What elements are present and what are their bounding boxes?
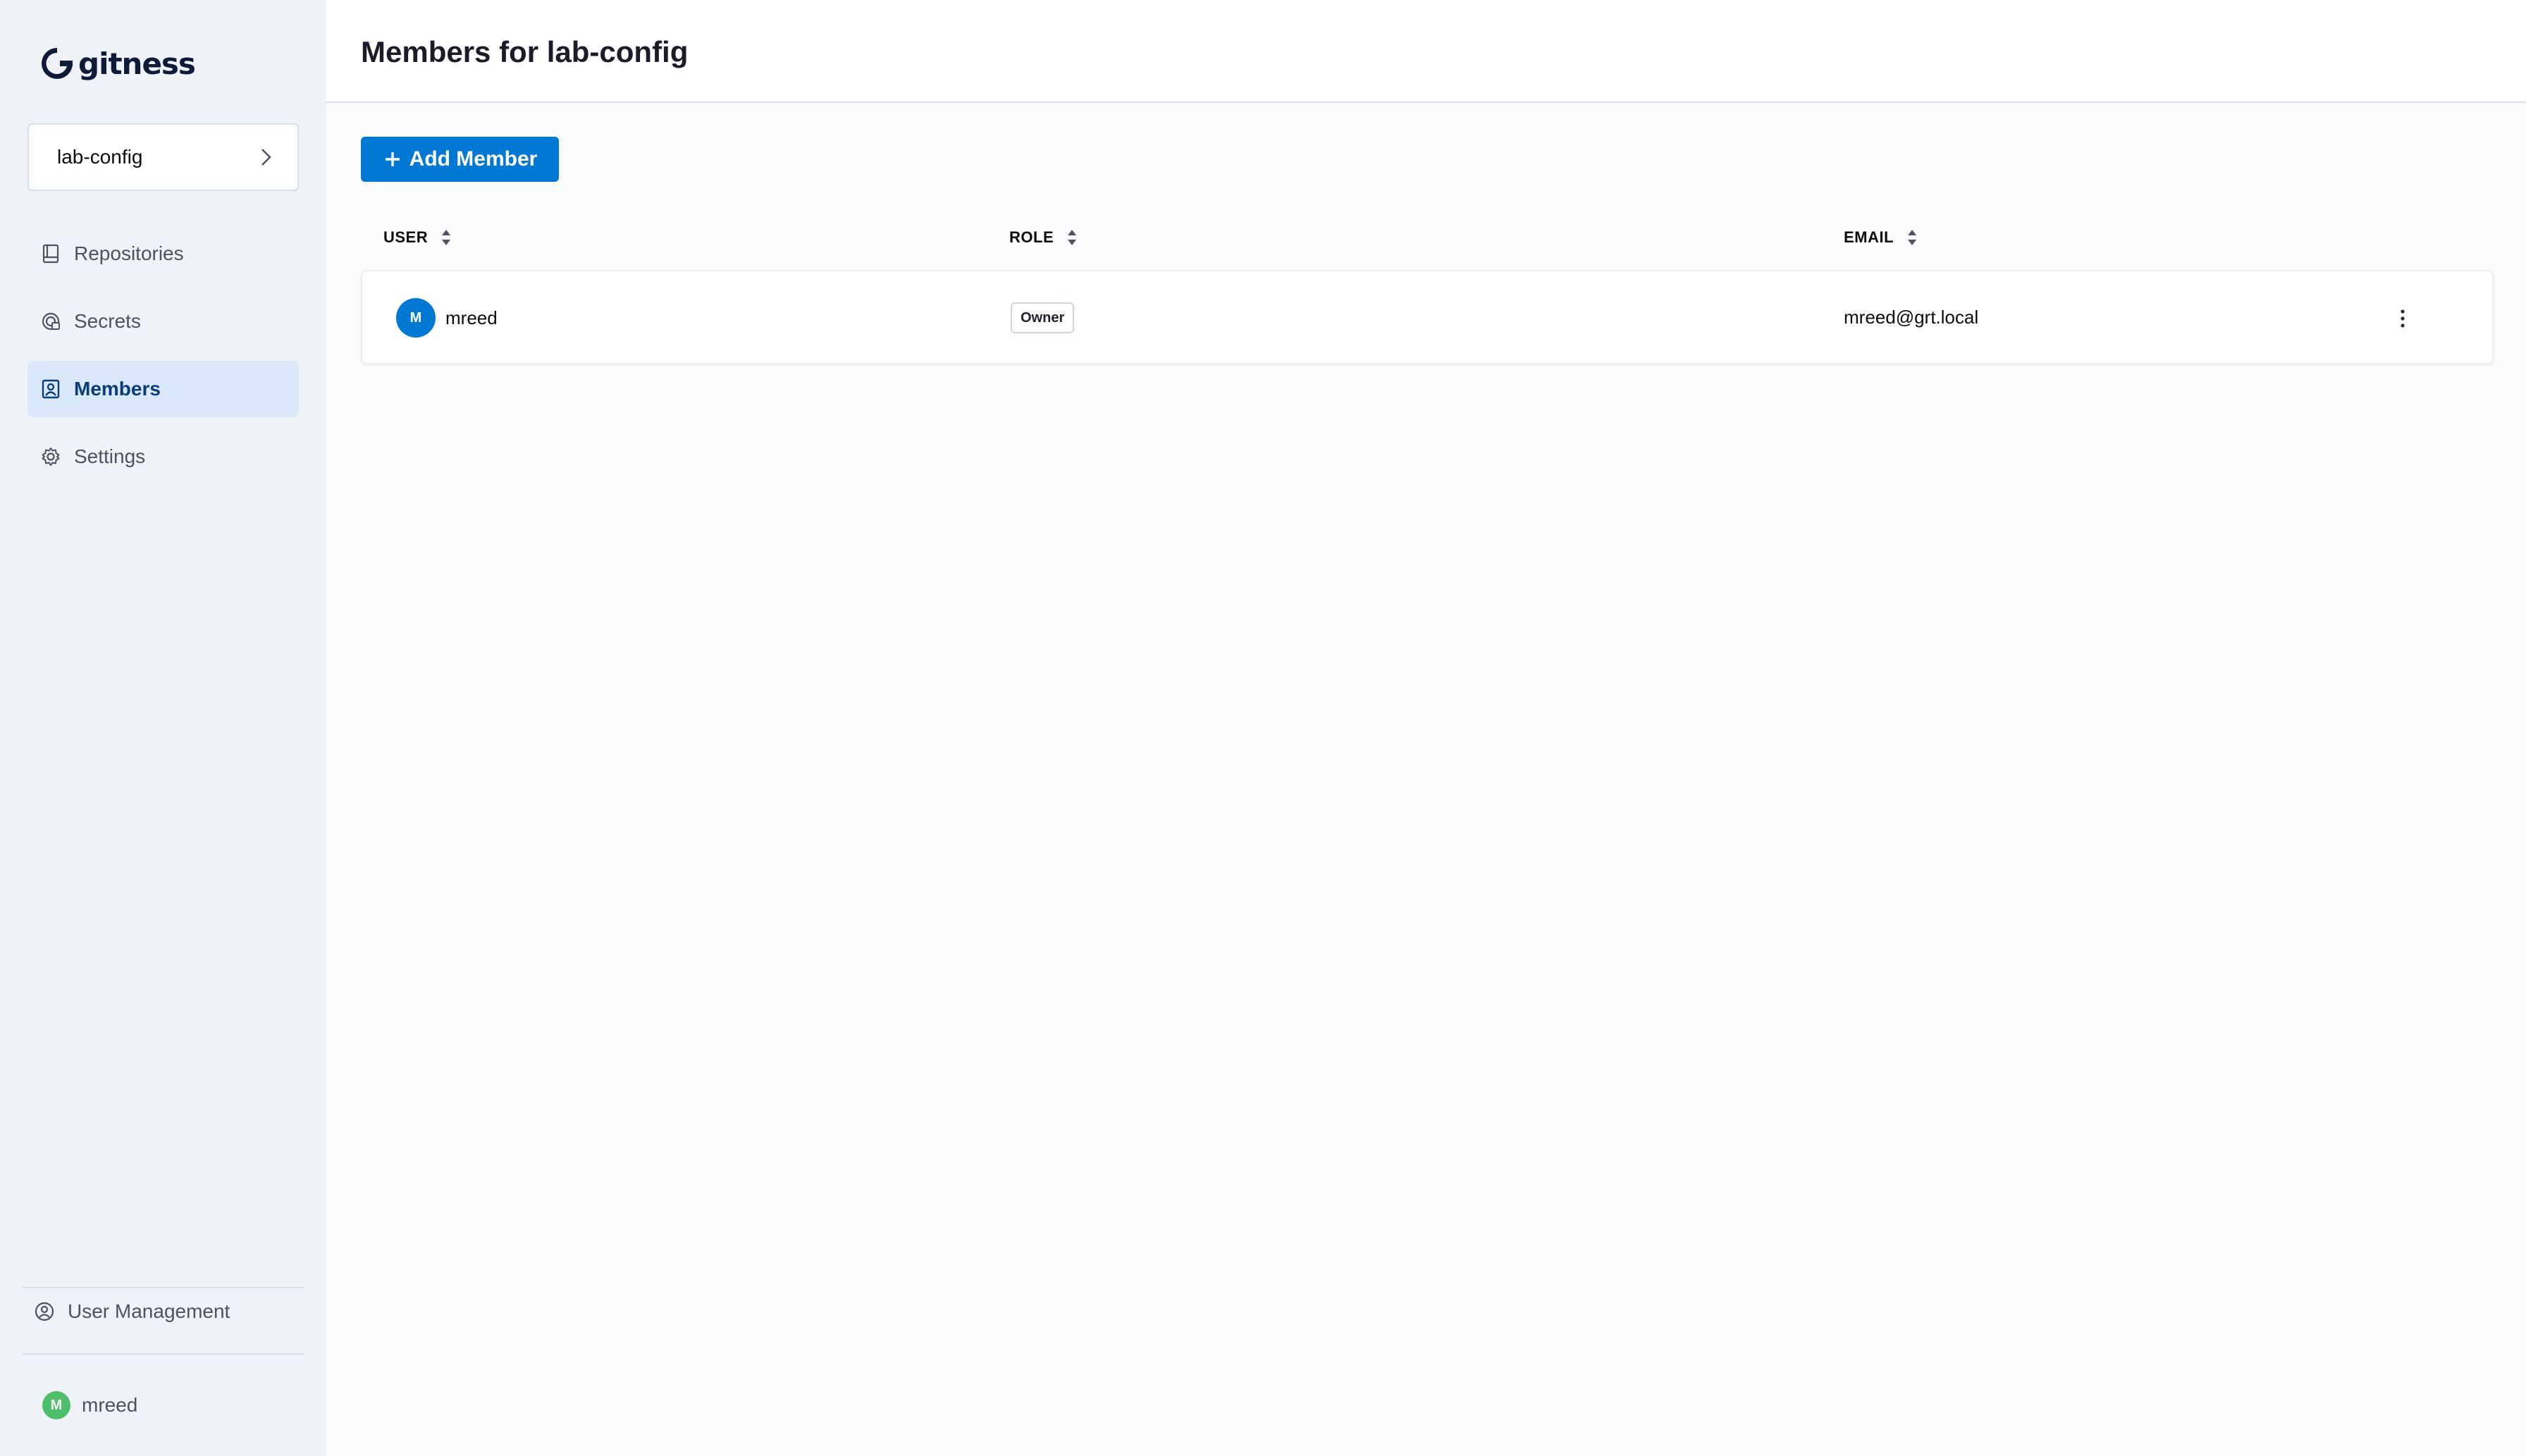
column-header-label: ROLE (1009, 228, 1054, 246)
secrets-icon (42, 312, 60, 331)
page-title: Members for lab-config (361, 35, 689, 68)
column-header-user[interactable]: USER (383, 227, 453, 248)
sidebar-item-label: Members (74, 378, 161, 400)
logo-text: gitness (78, 46, 196, 81)
page-header: Members for lab-config (326, 0, 2526, 103)
sidebar-item-label: Settings (74, 445, 146, 467)
sidebar-item-members[interactable]: Members (27, 361, 299, 417)
sort-icon (1068, 230, 1077, 245)
avatar: M (396, 298, 436, 338)
column-header-label: USER (383, 228, 429, 246)
role-badge[interactable]: Owner (1011, 302, 1075, 333)
table-row[interactable]: M mreed Owner mreed@grt.local (361, 270, 2494, 364)
column-header-label: EMAIL (1844, 228, 1894, 246)
user-name: mreed (445, 307, 498, 328)
sidebar-item-repositories[interactable]: Repositories (27, 226, 299, 282)
sidebar-divider (23, 1353, 304, 1355)
space-selector[interactable]: lab-config (27, 123, 299, 191)
user-management-label: User Management (68, 1300, 230, 1322)
sort-icon (1907, 230, 1916, 245)
row-actions-menu[interactable] (2385, 301, 2420, 336)
sidebar-item-settings[interactable]: Settings (27, 428, 299, 485)
current-user-profile[interactable]: M mreed (42, 1391, 137, 1419)
sidebar-item-label: Secrets (74, 310, 141, 332)
sort-icon (442, 230, 451, 245)
sidebar-item-secrets[interactable]: Secrets (27, 293, 299, 350)
current-user-name: mreed (82, 1394, 138, 1416)
more-vertical-icon (2401, 309, 2405, 328)
gitness-logo-icon (42, 48, 73, 79)
avatar: M (42, 1391, 70, 1419)
space-name: lab-config (57, 146, 143, 168)
column-header-role[interactable]: ROLE (1009, 227, 1079, 248)
gear-icon (42, 448, 60, 466)
email-cell: mreed@grt.local (1844, 307, 1979, 328)
user-cell: M mreed (396, 298, 498, 338)
add-member-label: Add Member (409, 147, 538, 171)
plus-icon (385, 152, 400, 166)
user-management-link[interactable]: User Management (34, 1300, 230, 1323)
repository-icon (42, 244, 59, 264)
sidebar-divider (23, 1287, 304, 1288)
chevron-right-icon (261, 149, 271, 166)
add-member-button[interactable]: Add Member (361, 137, 559, 182)
members-icon (42, 379, 60, 399)
user-circle-icon (35, 1302, 54, 1321)
column-header-email[interactable]: EMAIL (1844, 227, 1919, 248)
sidebar-nav: Repositories Secrets Members Settings (27, 226, 299, 496)
gitness-logo[interactable]: gitness (39, 44, 196, 83)
sidebar-item-label: Repositories (74, 242, 184, 264)
sidebar: gitness lab-config Repositories Secrets (0, 0, 326, 1456)
